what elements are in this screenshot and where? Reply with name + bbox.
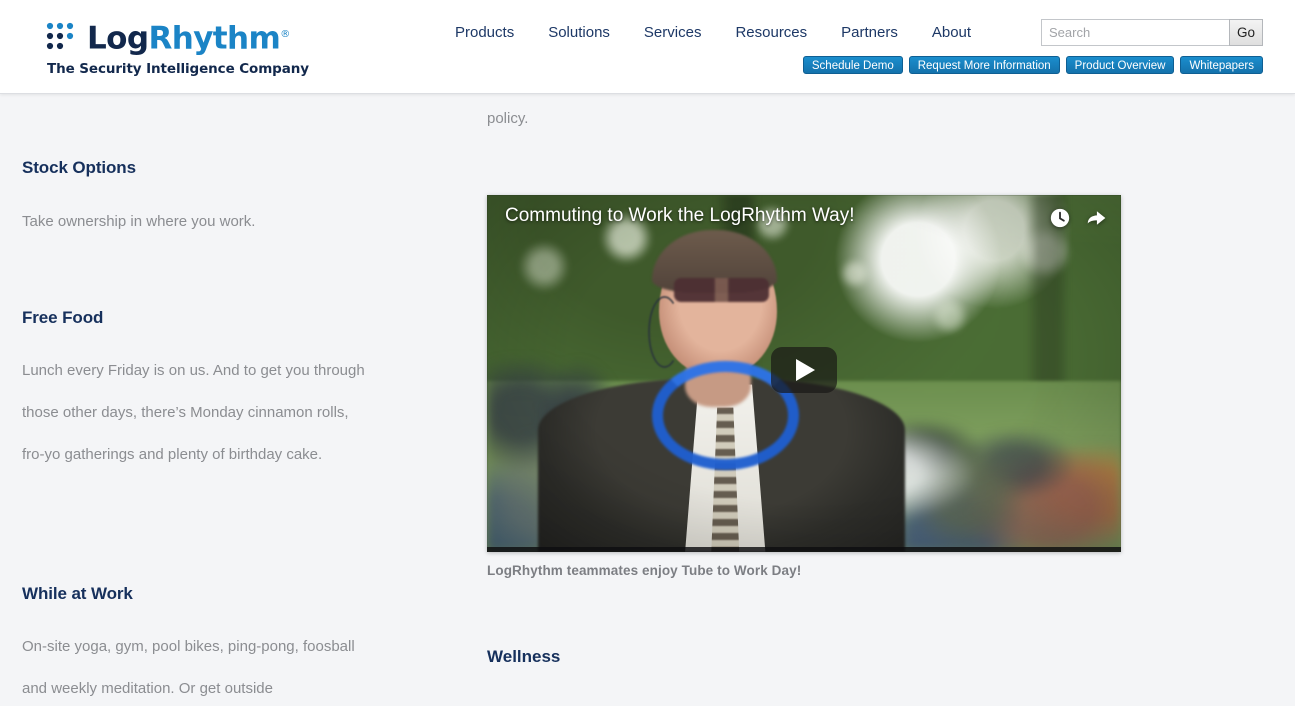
stock-options-body: Take ownership in where you work. — [22, 201, 255, 243]
policy-paragraph: policy. — [487, 107, 528, 131]
search-input[interactable] — [1041, 19, 1229, 46]
logrhythm-dots-icon — [46, 21, 80, 51]
cta-button-row: Schedule Demo Request More Information P… — [803, 56, 1263, 74]
benefit-free-food: Free Food Lunch every Friday is on us. A… — [22, 308, 372, 476]
clock-icon[interactable] — [1049, 207, 1071, 229]
play-icon — [796, 359, 815, 381]
search-form: Go — [1041, 19, 1263, 46]
play-button[interactable] — [771, 347, 837, 393]
site-header: LogRhythm® The Security Intelligence Com… — [0, 0, 1295, 94]
logo-word-rhythm: Rhythm — [148, 20, 280, 56]
primary-nav: Products Solutions Services Resources Pa… — [455, 22, 995, 43]
video-caption: LogRhythm teammates enjoy Tube to Work D… — [487, 563, 801, 578]
stock-options-heading: Stock Options — [22, 158, 255, 178]
product-overview-button[interactable]: Product Overview — [1066, 56, 1175, 74]
nav-item-products[interactable]: Products — [455, 22, 538, 43]
nav-item-partners[interactable]: Partners — [841, 22, 922, 43]
logo-tagline: The Security Intelligence Company — [47, 61, 309, 77]
search-go-button[interactable]: Go — [1229, 19, 1263, 46]
free-food-body: Lunch every Friday is on us. And to get … — [22, 350, 372, 476]
video-player[interactable]: Commuting to Work the LogRhythm Way! — [487, 195, 1121, 552]
nav-item-services[interactable]: Services — [644, 22, 726, 43]
while-at-work-body: On-site yoga, gym, pool bikes, ping-pong… — [22, 626, 372, 706]
logo-trademark: ® — [280, 29, 289, 40]
logo-word-log: Log — [87, 20, 148, 56]
whitepapers-button[interactable]: Whitepapers — [1180, 56, 1263, 74]
benefit-while-at-work: While at Work On-site yoga, gym, pool bi… — [22, 584, 372, 706]
while-at-work-heading: While at Work — [22, 584, 372, 604]
schedule-demo-button[interactable]: Schedule Demo — [803, 56, 903, 74]
video-title: Commuting to Work the LogRhythm Way! — [505, 205, 855, 227]
share-arrow-icon[interactable] — [1085, 207, 1107, 229]
logo-wordmark: LogRhythm® — [87, 17, 290, 56]
benefit-stock-options: Stock Options Take ownership in where yo… — [22, 158, 255, 243]
nav-item-solutions[interactable]: Solutions — [548, 22, 634, 43]
video-action-icons — [1049, 207, 1107, 229]
site-logo[interactable]: LogRhythm® The Security Intelligence Com… — [46, 17, 306, 79]
page-content: Stock Options Take ownership in where yo… — [0, 94, 1295, 706]
free-food-heading: Free Food — [22, 308, 372, 328]
nav-item-resources[interactable]: Resources — [735, 22, 831, 43]
wellness-heading: Wellness — [487, 647, 560, 667]
request-more-info-button[interactable]: Request More Information — [909, 56, 1060, 74]
nav-item-about[interactable]: About — [932, 22, 995, 43]
